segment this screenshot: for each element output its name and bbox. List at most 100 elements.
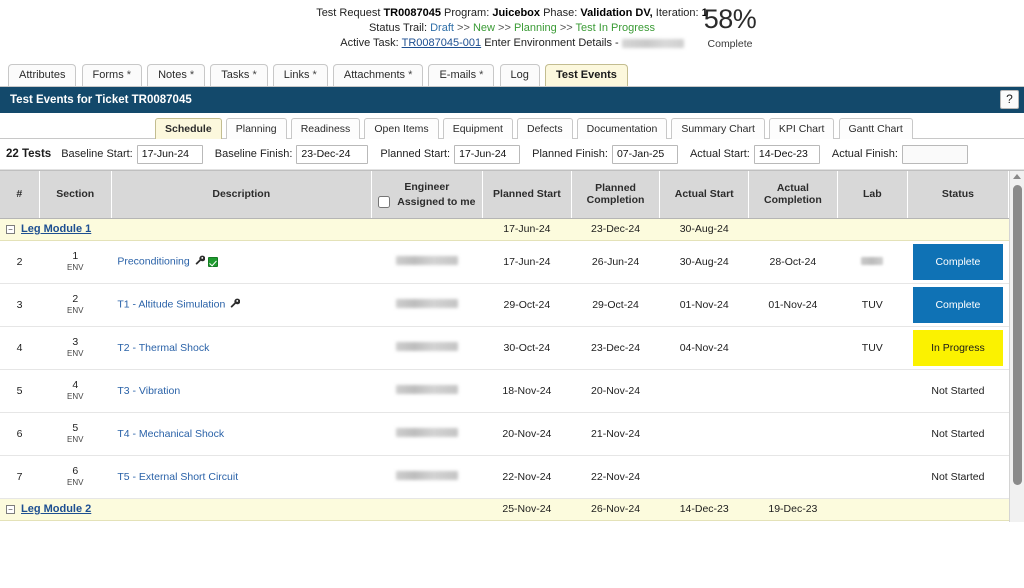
tab-tasks[interactable]: Tasks * (210, 64, 268, 86)
row-description-cell[interactable]: T2 - Thermal Shock (111, 326, 372, 370)
row-number: 2 (0, 240, 40, 284)
planned-finish-input[interactable] (611, 144, 678, 164)
status-badge[interactable]: Not Started (913, 416, 1002, 452)
help-button[interactable]: ? (1000, 90, 1019, 109)
subtab-schedule[interactable]: Schedule (155, 118, 222, 139)
group-name[interactable]: Leg Module 2 (21, 503, 91, 515)
vertical-scrollbar[interactable] (1009, 171, 1024, 522)
tab-notes-label: Notes (158, 69, 187, 81)
actual-finish-input[interactable] (901, 144, 968, 164)
row-description-cell[interactable]: T4 - Mechanical Shock (111, 412, 372, 456)
group-collapse-icon[interactable]: − (6, 224, 15, 234)
row-description-cell[interactable]: Preconditioning (111, 240, 372, 284)
wrench-icon[interactable] (195, 255, 206, 268)
wrench-icon[interactable] (230, 298, 241, 311)
tab-tasks-marker: * (249, 69, 257, 81)
row-description-link[interactable]: T5 - External Short Circuit (117, 471, 238, 483)
col-planned-completion[interactable]: Planned Completion (571, 171, 661, 219)
row-description-cell[interactable]: T1 - Altitude Simulation (111, 283, 372, 327)
table-row[interactable]: 3 2 ENV T1 - Altitude Simulation 29-Oct-24 29… (0, 283, 1009, 327)
tab-log[interactable]: Log (499, 64, 540, 86)
row-status-cell[interactable]: Not Started (907, 455, 1009, 499)
col-lab[interactable]: Lab (837, 171, 908, 219)
col-actual-completion[interactable]: Actual Completion (748, 171, 838, 219)
row-status-cell[interactable]: Not Started (907, 369, 1009, 413)
subtab-kpi-chart[interactable]: KPI Chart (768, 118, 835, 139)
row-status-cell[interactable]: Complete (907, 240, 1009, 284)
row-planned-completion: 20-Nov-24 (571, 369, 660, 413)
group-row[interactable]: − Leg Module 1 17-Jun-24 23-Dec-24 30-Aug-24 (0, 218, 1009, 241)
tab-test-events[interactable]: Test Events (544, 64, 628, 86)
tab-notes[interactable]: Notes * (147, 64, 206, 86)
col-description[interactable]: Description (111, 171, 372, 219)
row-description-link[interactable]: T1 - Altitude Simulation (117, 298, 225, 310)
row-description-cell[interactable]: ABS (2024) - 1 RPT Capacity (111, 520, 372, 522)
row-status-cell[interactable]: Complete (907, 520, 1009, 522)
row-actual-completion (748, 369, 838, 413)
table-row[interactable]: 7 6 ENV T5 - External Short Circuit 22-Nov-2… (0, 455, 1009, 499)
tab-links-label: Links (283, 69, 310, 81)
table-row[interactable]: 2 1 ENV Preconditioning 17-Jun-24 26-Jun-24 30… (0, 240, 1009, 284)
scrollbar-thumb[interactable] (1013, 185, 1022, 485)
baseline-finish-input[interactable] (296, 144, 369, 164)
tab-forms[interactable]: Forms * (81, 64, 143, 86)
table-row[interactable]: 81ENVABS (2024) - 1 RPT Capacity 25-Nov-2… (0, 520, 1009, 522)
baseline-start-input[interactable] (136, 144, 203, 164)
scroll-up-arrow-icon[interactable] (1013, 174, 1021, 179)
row-planned-start: 20-Nov-24 (482, 412, 572, 456)
subtab-summary-chart[interactable]: Summary Chart (671, 118, 765, 139)
row-description-link[interactable]: Preconditioning (117, 255, 189, 267)
group-row-title-cell[interactable]: − Leg Module 2 (0, 498, 483, 521)
col-engineer[interactable]: Engineer Assigned to me (371, 171, 484, 219)
group-row[interactable]: − Leg Module 2 25-Nov-24 26-Nov-24 14-Dec-23… (0, 498, 1009, 521)
row-description-link[interactable]: T4 - Mechanical Shock (117, 428, 224, 440)
active-task-link[interactable]: TR0087045-001 (402, 37, 482, 49)
sub-tab-strip[interactable]: Schedule Planning Readiness Open Items E… (0, 113, 1024, 139)
table-row[interactable]: 5 4 ENV T3 - Vibration 18-Nov-24 20-Nov-24 Not… (0, 369, 1009, 413)
group-planned-completion: 26-Nov-24 (571, 498, 660, 521)
row-description-cell[interactable]: T3 - Vibration (111, 369, 372, 413)
subtab-defects[interactable]: Defects (516, 118, 573, 139)
col-actual-start[interactable]: Actual Start (659, 171, 750, 219)
planned-start-input[interactable] (454, 144, 521, 164)
status-badge[interactable]: Complete (913, 243, 1003, 280)
status-badge[interactable]: In Progress (913, 329, 1003, 366)
tab-attachments[interactable]: Attachments * (332, 64, 424, 86)
col-number[interactable]: # (0, 171, 40, 219)
row-actual-start (659, 412, 749, 456)
assigned-to-me-checkbox[interactable] (378, 195, 391, 208)
table-row[interactable]: 4 3 ENV T2 - Thermal Shock 30-Oct-24 23-Dec-2… (0, 326, 1009, 370)
group-name[interactable]: Leg Module 1 (21, 223, 91, 235)
row-description-link[interactable]: T2 - Thermal Shock (117, 342, 209, 354)
col-planned-start[interactable]: Planned Start (482, 171, 572, 219)
row-status-cell[interactable]: In Progress (907, 326, 1009, 370)
status-badge[interactable]: Not Started (913, 373, 1002, 409)
col-status[interactable]: Status (907, 171, 1010, 219)
status-badge[interactable]: Complete (913, 286, 1003, 323)
tab-emails[interactable]: E-mails * (428, 64, 495, 86)
group-row-title-cell[interactable]: − Leg Module 1 (0, 218, 483, 241)
subtab-planning[interactable]: Planning (225, 118, 287, 139)
col-engineer-label: Engineer (404, 180, 450, 193)
tab-links[interactable]: Links * (272, 64, 328, 86)
table-row[interactable]: 6 5 ENV T4 - Mechanical Shock 20-Nov-24 21-No… (0, 412, 1009, 456)
row-description-cell[interactable]: T5 - External Short Circuit (111, 455, 372, 499)
subtab-equipment[interactable]: Equipment (442, 118, 513, 139)
green-check-icon[interactable] (207, 256, 218, 267)
row-description-link[interactable]: T3 - Vibration (117, 385, 180, 397)
subtab-gantt-chart[interactable]: Gantt Chart (838, 118, 913, 139)
lab-value: TUV (861, 341, 883, 354)
row-status-cell[interactable]: Not Started (907, 412, 1009, 456)
subtab-open-items[interactable]: Open Items (364, 118, 439, 139)
main-tab-strip[interactable]: Attributes Forms * Notes * Tasks * Links… (0, 64, 1024, 87)
row-section-number: 2 (72, 293, 79, 305)
subtab-readiness[interactable]: Readiness (290, 118, 361, 139)
actual-start-input[interactable] (753, 144, 820, 164)
col-section[interactable]: Section (39, 171, 112, 219)
subtab-documentation[interactable]: Documentation (576, 118, 668, 139)
tab-attributes[interactable]: Attributes (8, 64, 77, 86)
row-status-cell[interactable]: Complete (907, 283, 1009, 327)
test-count-label: 22 Tests (6, 148, 52, 160)
group-collapse-icon[interactable]: − (6, 504, 15, 514)
status-badge[interactable]: Not Started (913, 459, 1002, 495)
